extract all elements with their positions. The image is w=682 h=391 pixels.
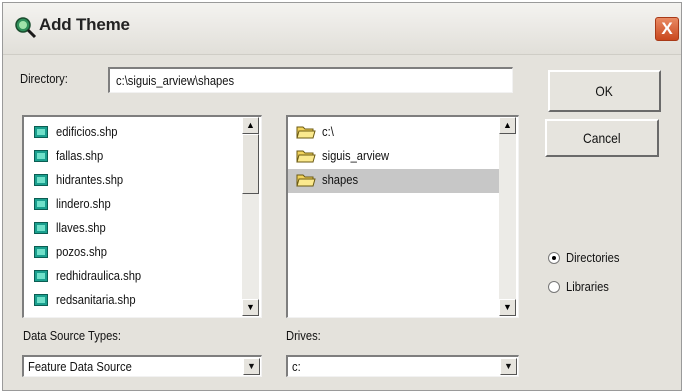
folder-open-icon [296,174,316,187]
scroll-thumb[interactable] [242,134,259,194]
add-theme-dialog: Add Theme X Directory: c:\siguis_arview\… [2,2,682,391]
ok-button[interactable]: OK [548,70,661,112]
cancel-button[interactable]: Cancel [545,119,659,157]
directory-value: c:\siguis_arview\shapes [116,73,235,88]
chevron-down-icon[interactable]: ▼ [243,358,260,375]
shapefile-icon [34,294,48,306]
shapefile-icon [34,222,48,234]
folder-open-icon [296,150,316,163]
file-list-item[interactable]: edificios.shp [24,121,242,145]
file-list-item[interactable]: llaves.shp [24,217,242,241]
directory-tree[interactable]: c:\ siguis_arview shapes ▲ ▼ [286,115,519,318]
close-button[interactable]: X [655,17,679,41]
scroll-down-button[interactable]: ▼ [499,299,516,316]
folder-item-selected[interactable]: shapes [288,169,499,193]
file-list-item[interactable]: fallas.shp [24,145,242,169]
radio-button[interactable] [548,281,560,293]
add-theme-icon [15,17,37,39]
data-source-types-select[interactable]: Feature Data Source ▼ [22,355,262,377]
folder-item[interactable]: c:\ [288,121,499,145]
shapefile-icon [34,198,48,210]
directory-label: Directory: [20,71,68,86]
shapefile-icon [34,270,48,282]
file-list-item[interactable]: redhidraulica.shp [24,265,242,289]
directory-tree-scrollbar[interactable]: ▲ ▼ [499,117,516,316]
title-bar[interactable]: Add Theme X [3,3,681,55]
file-list-item[interactable]: hidrantes.shp [24,169,242,193]
radio-button-checked[interactable] [548,252,560,264]
folder-item[interactable]: siguis_arview [288,145,499,169]
shapefile-icon [34,150,48,162]
shapefile-icon [34,246,48,258]
scroll-up-button[interactable]: ▲ [499,117,516,134]
folder-open-icon [296,126,316,139]
directory-field[interactable]: c:\siguis_arview\shapes [108,67,513,93]
window-title: Add Theme [39,15,130,34]
file-list-item[interactable]: lindero.shp [24,193,242,217]
drives-select[interactable]: c: ▼ [286,355,519,377]
file-list-item[interactable]: pozos.shp [24,241,242,265]
scroll-down-button[interactable]: ▼ [242,299,259,316]
scroll-up-button[interactable]: ▲ [242,117,259,134]
shapefile-icon [34,126,48,138]
chevron-down-icon[interactable]: ▼ [500,358,517,375]
file-list-scrollbar[interactable]: ▲ ▼ [242,117,259,316]
shapefile-icon [34,174,48,186]
file-list-item[interactable]: redsanitaria.shp [24,289,242,313]
file-list[interactable]: edificios.shp fallas.shp hidrantes.shp l… [22,115,262,318]
data-source-types-label: Data Source Types: [23,328,121,343]
drives-label: Drives: [286,328,321,343]
